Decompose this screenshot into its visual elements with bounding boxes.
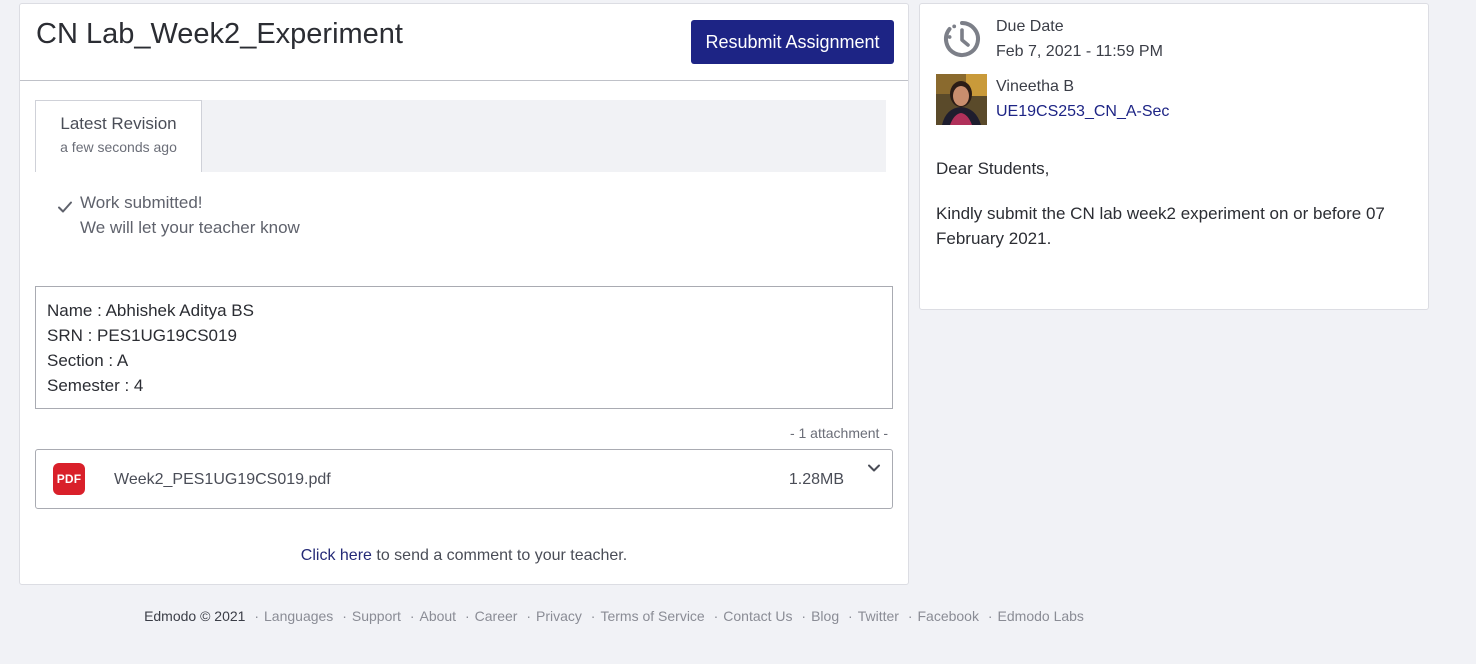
assignment-card: CN Lab_Week2_Experiment Resubmit Assignm… — [19, 3, 909, 585]
attachment-item[interactable]: PDF Week2_PES1UG19CS019.pdf 1.28MB — [35, 449, 893, 509]
submission-line-section: Section : A — [47, 351, 129, 370]
due-date-value: Feb 7, 2021 - 11:59 PM — [996, 43, 1163, 60]
footer-copyright: Edmodo © 2021 — [144, 608, 246, 624]
footer-link-about[interactable]: About — [419, 608, 456, 624]
footer-link-edmodo-labs[interactable]: Edmodo Labs — [998, 608, 1084, 624]
due-date-label: Due Date — [996, 18, 1064, 35]
comment-prompt: Click here to send a comment to your tea… — [20, 547, 908, 565]
footer-separator: · — [526, 608, 531, 624]
footer-link-support[interactable]: Support — [352, 608, 401, 624]
assignment-details-card: Due Date Feb 7, 2021 - 11:59 PM Vineetha… — [919, 3, 1429, 310]
teacher-avatar[interactable] — [936, 74, 987, 125]
footer-link-terms[interactable]: Terms of Service — [600, 608, 704, 624]
description-paragraph: Dear Students, — [936, 159, 1050, 178]
tab-timestamp: a few seconds ago — [60, 139, 177, 155]
assignment-title: CN Lab_Week2_Experiment — [36, 18, 403, 50]
footer-separator: · — [907, 608, 913, 624]
submission-line-name: Name : Abhishek Aditya BS — [47, 301, 254, 320]
footer-separator: · — [713, 608, 719, 624]
footer-separator: · — [801, 608, 807, 624]
footer-link-languages[interactable]: Languages — [264, 608, 333, 624]
chevron-down-icon[interactable] — [866, 460, 882, 476]
resubmit-assignment-button[interactable]: Resubmit Assignment — [691, 20, 894, 64]
revision-tabs: Latest Revision a few seconds ago — [35, 100, 886, 172]
status-subtext: We will let your teacher know — [80, 218, 300, 237]
tab-latest-revision[interactable]: Latest Revision a few seconds ago — [35, 100, 202, 172]
teacher-name[interactable]: Vineetha B — [996, 78, 1074, 96]
footer-separator: · — [254, 608, 260, 624]
submission-text-box: Name : Abhishek Aditya BS SRN : PES1UG19… — [35, 286, 893, 409]
description-paragraph: Kindly submit the CN lab week2 experimen… — [936, 204, 1385, 248]
footer-separator: · — [342, 608, 347, 624]
tab-label: Latest Revision — [60, 114, 177, 133]
footer-separator: · — [987, 608, 993, 624]
footer-separator: · — [464, 608, 470, 624]
attachment-file-name[interactable]: Week2_PES1UG19CS019.pdf — [114, 471, 331, 489]
footer-link-career[interactable]: Career — [475, 608, 518, 624]
footer: Edmodo © 2021 · Languages · Support · About… — [0, 608, 1476, 624]
attachment-file-size: 1.28MB — [788, 471, 844, 488]
assignment-description: Dear Students, Kindly submit the CN lab … — [936, 156, 1416, 271]
footer-separator: · — [590, 608, 596, 624]
submission-line-srn: SRN : PES1UG19CS019 — [47, 326, 237, 345]
send-comment-link[interactable]: Click here — [301, 547, 372, 564]
assignment-header: CN Lab_Week2_Experiment Resubmit Assignm… — [20, 4, 908, 81]
submission-line-semester: Semester : 4 — [47, 376, 144, 395]
footer-separator: · — [848, 608, 853, 624]
footer-link-facebook[interactable]: Facebook — [917, 608, 978, 624]
status-message: Work submitted! — [80, 193, 203, 212]
footer-link-contact[interactable]: Contact Us — [723, 608, 792, 624]
attachment-count: - 1 attachment - — [789, 425, 888, 441]
pdf-icon: PDF — [53, 463, 85, 495]
clock-icon — [944, 21, 980, 57]
footer-separator: · — [409, 608, 415, 624]
footer-link-blog[interactable]: Blog — [811, 608, 839, 624]
checkmark-icon — [58, 201, 72, 213]
footer-link-privacy[interactable]: Privacy — [536, 608, 582, 624]
group-link[interactable]: UE19CS253_CN_A-Sec — [996, 103, 1169, 121]
comment-prompt-text: to send a comment to your teacher. — [371, 547, 628, 564]
footer-link-twitter[interactable]: Twitter — [858, 608, 899, 624]
